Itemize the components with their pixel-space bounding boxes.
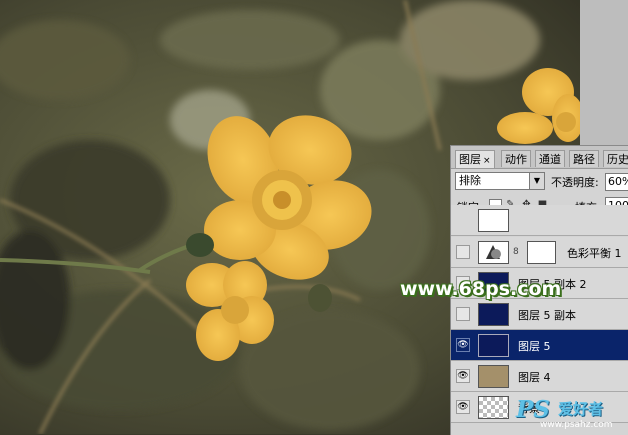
workspace-background — [580, 0, 628, 145]
layer-row-partial[interactable] — [451, 205, 628, 236]
layer-thumbnail — [478, 365, 509, 388]
visibility-toggle[interactable] — [456, 307, 470, 321]
layer-thumbnail — [478, 396, 509, 419]
visibility-toggle[interactable] — [456, 245, 470, 259]
tab-layers[interactable]: 图层 × — [455, 150, 495, 168]
tab-paths[interactable]: 路径 — [569, 150, 599, 167]
blend-mode-value: 排除 — [459, 174, 481, 187]
tab-layers-label: 图层 — [459, 153, 481, 166]
panel-tab-bar: 图层 × 动作 通道 路径 历史 — [451, 146, 628, 169]
tab-history-label: 历史 — [607, 153, 628, 166]
layer-name: 图层 5 — [518, 340, 551, 353]
watermark-url: www.psahz.com — [540, 420, 613, 430]
close-icon[interactable]: × — [483, 156, 491, 166]
layer-row-color-balance[interactable]: 8 色彩平衡 1 — [451, 237, 628, 268]
opacity-input[interactable]: 60% — [605, 173, 628, 191]
tab-actions-label: 动作 — [505, 153, 527, 166]
watermark-logo-cn: 爱好者 — [558, 400, 604, 418]
layer-mask-thumbnail[interactable] — [527, 241, 556, 264]
watermark-logo: PS — [516, 396, 550, 423]
layer-thumbnail — [478, 209, 509, 232]
layer-row-layer4[interactable]: 👁 图层 4 — [451, 361, 628, 392]
tab-history[interactable]: 历史 — [603, 150, 628, 167]
layer-thumbnail — [478, 334, 509, 357]
layer-thumbnail — [478, 303, 509, 326]
link-icon: 8 — [513, 247, 519, 257]
tab-paths-label: 路径 — [573, 153, 595, 166]
watermark-site: www.68ps.com — [400, 278, 562, 300]
blend-row: 排除 ▼ 不透明度: 60% — [451, 169, 628, 195]
eye-icon[interactable]: 👁 — [456, 400, 470, 414]
tab-actions[interactable]: 动作 — [501, 150, 531, 167]
layer-name: 色彩平衡 1 — [567, 247, 622, 260]
layer-name: 图层 5 副本 — [518, 309, 576, 322]
chevron-down-icon[interactable]: ▼ — [529, 173, 544, 189]
tab-channels[interactable]: 通道 — [535, 150, 565, 167]
layer-row-layer5-copy[interactable]: 图层 5 副本 — [451, 299, 628, 330]
adjustment-icon — [478, 241, 509, 264]
opacity-label: 不透明度: — [551, 176, 599, 189]
tab-channels-label: 通道 — [539, 153, 561, 166]
layer-name: 图层 4 — [518, 371, 551, 384]
eye-icon[interactable]: 👁 — [456, 369, 470, 383]
layer-row-layer5[interactable]: 👁 图层 5 — [451, 330, 628, 361]
blend-mode-select[interactable]: 排除 ▼ — [455, 172, 545, 190]
eye-icon[interactable]: 👁 — [456, 338, 470, 352]
